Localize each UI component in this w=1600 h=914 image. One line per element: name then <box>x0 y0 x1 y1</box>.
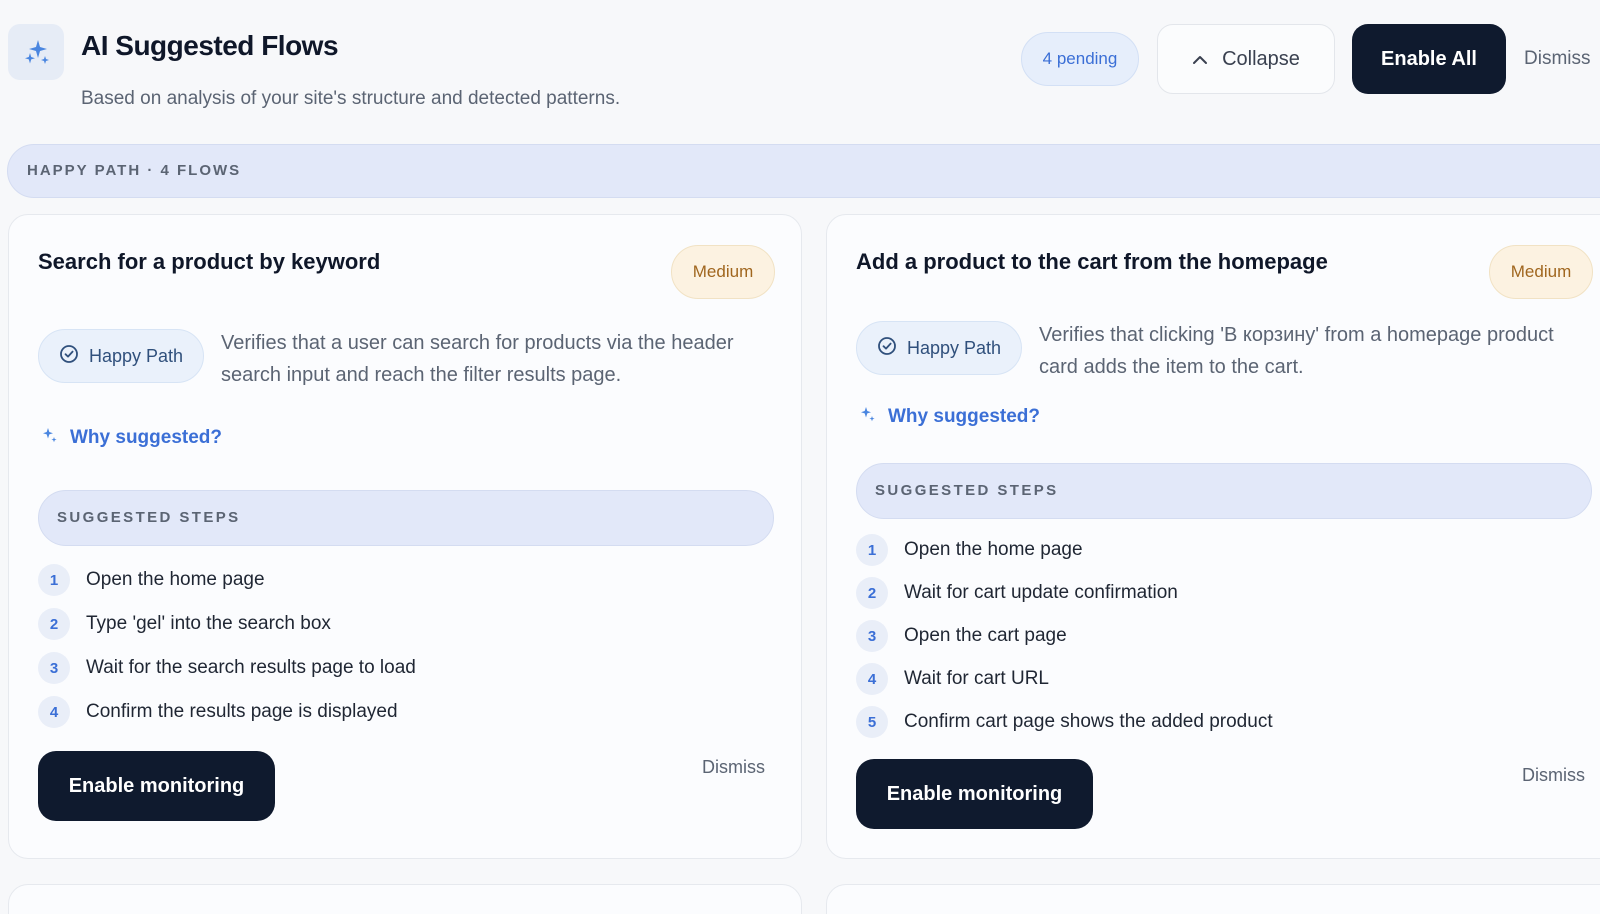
group-header-happy-path: HAPPY PATH · 4 FLOWS <box>7 144 1600 198</box>
flow-description: Verifies that a user can search for prod… <box>221 332 734 386</box>
steps-header-label: SUGGESTED STEPS <box>57 509 241 526</box>
flow-card-next <box>8 884 802 914</box>
difficulty-badge: Medium <box>671 245 775 299</box>
flow-type-label: Happy Path <box>906 337 1002 358</box>
steps-header: SUGGESTED STEPS <box>856 463 1592 519</box>
check-circle-icon <box>877 336 897 361</box>
sparkle-icon <box>860 406 876 428</box>
step-item: 1 Open the home page <box>38 564 265 596</box>
step-number: 2 <box>856 577 888 609</box>
steps-header-label: SUGGESTED STEPS <box>875 482 1059 499</box>
dismiss-button[interactable]: Dismiss <box>1522 765 1585 786</box>
step-number: 1 <box>38 564 70 596</box>
step-item: 3 Wait for the search results page to lo… <box>38 652 416 684</box>
step-text: Confirm the results page is displayed <box>86 701 398 722</box>
flow-card: Add a product to the cart from the homep… <box>826 214 1600 859</box>
page-subtitle: Based on analysis of your site's structu… <box>81 88 621 109</box>
sparkles-icon <box>8 24 64 80</box>
flow-type-pill: Happy Path <box>38 329 204 383</box>
group-label: HAPPY PATH · 4 FLOWS <box>27 162 242 179</box>
step-item: 5 Confirm cart page shows the added prod… <box>856 706 1273 738</box>
steps-header: SUGGESTED STEPS <box>38 490 774 546</box>
step-text: Type 'gel' into the search box <box>86 613 331 634</box>
pending-count-badge: 4 pending <box>1021 32 1139 86</box>
step-text: Open the home page <box>86 569 265 590</box>
check-circle-icon <box>59 344 79 369</box>
step-item: 2 Type 'gel' into the search box <box>38 608 331 640</box>
step-item: 4 Wait for cart URL <box>856 663 1049 695</box>
step-number: 5 <box>856 706 888 738</box>
step-text: Open the home page <box>904 539 1083 560</box>
step-item: 4 Confirm the results page is displayed <box>38 696 398 728</box>
step-item: 3 Open the cart page <box>856 620 1067 652</box>
step-text: Wait for the search results page to load <box>86 657 416 678</box>
enable-monitoring-button[interactable]: Enable monitoring <box>856 759 1093 829</box>
flow-type-label: Happy Path <box>88 345 184 366</box>
step-item: 1 Open the home page <box>856 534 1083 566</box>
step-text: Wait for cart URL <box>904 668 1049 689</box>
difficulty-badge: Medium <box>1489 245 1593 299</box>
enable-all-button[interactable]: Enable All <box>1352 24 1506 94</box>
step-number: 3 <box>856 620 888 652</box>
flow-title: Search for a product by keyword <box>38 249 381 274</box>
flow-title: Add a product to the cart from the homep… <box>856 249 1328 274</box>
step-item: 2 Wait for cart update confirmation <box>856 577 1178 609</box>
step-number: 4 <box>856 663 888 695</box>
collapse-label: Collapse <box>1222 47 1300 70</box>
enable-monitoring-button[interactable]: Enable monitoring <box>38 751 275 821</box>
chevron-up-icon <box>1192 48 1208 71</box>
why-suggested-link[interactable]: Why suggested? <box>860 406 1040 428</box>
step-number: 3 <box>38 652 70 684</box>
why-suggested-label: Why suggested? <box>70 427 223 448</box>
step-text: Open the cart page <box>904 625 1067 646</box>
sparkle-icon <box>42 427 58 449</box>
step-number: 4 <box>38 696 70 728</box>
step-number: 2 <box>38 608 70 640</box>
dismiss-all-button[interactable]: Dismiss <box>1524 48 1591 70</box>
collapse-button[interactable]: Collapse <box>1157 24 1335 94</box>
flow-card: Search for a product by keyword Medium H… <box>8 214 802 859</box>
flows-header: AI Suggested Flows Based on analysis of … <box>0 0 1600 140</box>
why-suggested-link[interactable]: Why suggested? <box>42 427 222 449</box>
flow-card-next <box>826 884 1600 914</box>
step-text: Confirm cart page shows the added produc… <box>904 711 1273 732</box>
flow-description: Verifies that clicking 'В корзину' from … <box>1039 324 1554 378</box>
dismiss-button[interactable]: Dismiss <box>702 757 765 778</box>
flow-type-pill: Happy Path <box>856 321 1022 375</box>
step-number: 1 <box>856 534 888 566</box>
step-text: Wait for cart update confirmation <box>904 582 1178 603</box>
why-suggested-label: Why suggested? <box>888 406 1041 427</box>
page-title: AI Suggested Flows <box>81 30 339 61</box>
